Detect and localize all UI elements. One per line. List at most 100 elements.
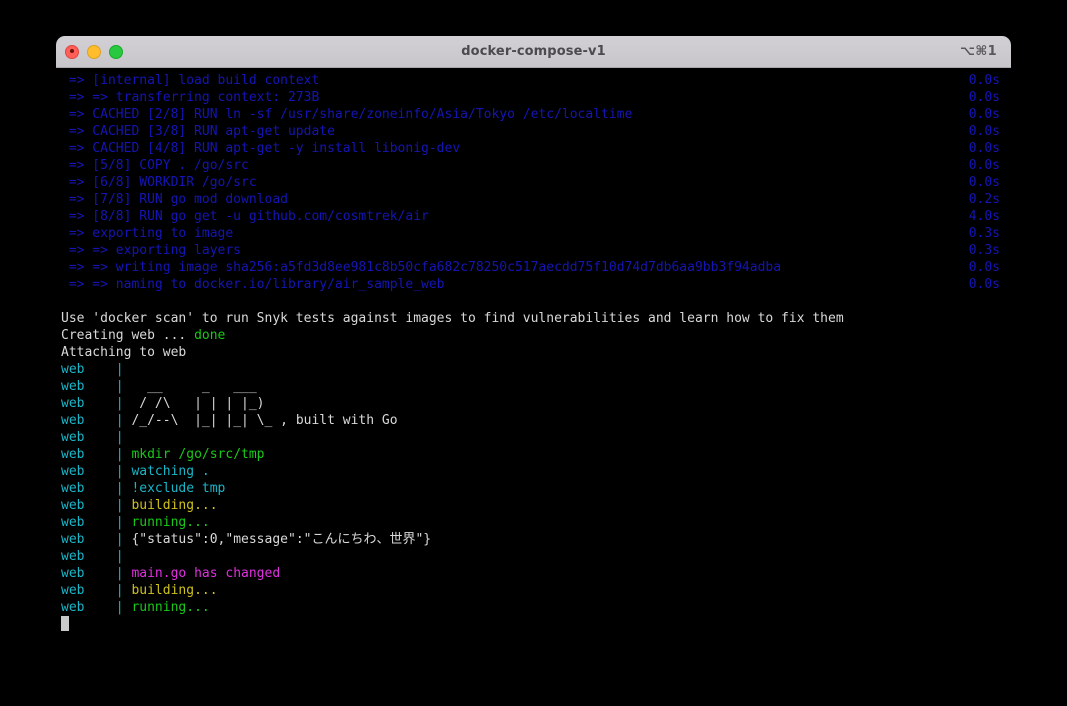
build-step-text: => [5/8] COPY . /go/src xyxy=(61,158,249,173)
service-log-text: building... xyxy=(131,498,218,513)
service-log-text: building... xyxy=(131,583,218,598)
terminal-body[interactable]: => [internal] load build context 0.0s => … xyxy=(56,68,1011,632)
build-step-duration: 0.2s xyxy=(968,192,1000,207)
service-log-prefix: web | xyxy=(61,583,132,598)
build-step-duration: 0.0s xyxy=(968,277,1000,292)
service-log-prefix: web | xyxy=(61,362,132,377)
service-log-text: mkdir /go/src/tmp xyxy=(131,447,265,462)
build-step-text: => => transferring context: 273B xyxy=(61,90,320,105)
service-log-prefix: web | xyxy=(61,566,132,581)
build-step-duration: 0.3s xyxy=(968,226,1000,241)
service-log-prefix: web | xyxy=(61,447,132,462)
service-log-text: __ _ ___ xyxy=(131,379,257,394)
build-step-duration: 0.0s xyxy=(968,90,1000,105)
build-step-duration: 0.3s xyxy=(968,243,1000,258)
build-step-line: => => exporting layers 0.3s xyxy=(61,242,1011,259)
build-step-duration: 0.0s xyxy=(968,107,1000,122)
build-step-text: => CACHED [2/8] RUN ln -sf /usr/share/zo… xyxy=(61,107,633,122)
build-step-text: => => naming to docker.io/library/air_sa… xyxy=(61,277,445,292)
service-log-line: web | xyxy=(61,548,1011,565)
build-step-text: => [6/8] WORKDIR /go/src xyxy=(61,175,257,190)
service-log-prefix: web | xyxy=(61,532,132,547)
build-step-line: => [7/8] RUN go mod download 0.2s xyxy=(61,191,1011,208)
build-step-duration: 0.0s xyxy=(968,141,1000,156)
service-log-text: !exclude tmp xyxy=(131,481,226,496)
service-log-line: web | watching . xyxy=(61,463,1011,480)
build-step-text: => => writing image sha256:a5fd3d8ee981c… xyxy=(61,260,782,275)
build-step-duration: 0.0s xyxy=(968,260,1000,275)
terminal-cursor-line xyxy=(61,616,1011,632)
service-log-text: watching . xyxy=(131,464,210,479)
build-step-line: => [6/8] WORKDIR /go/src 0.0s xyxy=(61,174,1011,191)
window-title: docker-compose-v1 xyxy=(461,44,606,59)
build-step-line: => CACHED [2/8] RUN ln -sf /usr/share/zo… xyxy=(61,106,1011,123)
service-log-line: web | building... xyxy=(61,497,1011,514)
build-step-duration: 0.0s xyxy=(968,175,1000,190)
service-log-line: web | xyxy=(61,361,1011,378)
service-log-line: web | running... xyxy=(61,514,1011,531)
build-step-line: => [5/8] COPY . /go/src 0.0s xyxy=(61,157,1011,174)
build-step-line: => => writing image sha256:a5fd3d8ee981c… xyxy=(61,259,1011,276)
build-step-line: => CACHED [4/8] RUN apt-get -y install l… xyxy=(61,140,1011,157)
service-log-line: web | / /\ | | | |_) xyxy=(61,395,1011,412)
service-log-prefix: web | xyxy=(61,600,132,615)
creating-service-line: Creating web ... done xyxy=(61,327,1011,344)
service-log-prefix: web | xyxy=(61,549,132,564)
service-log-line: web | building... xyxy=(61,582,1011,599)
screen: docker-compose-v1 ⌥⌘1 => [internal] load… xyxy=(0,0,1067,706)
build-step-line: => [8/8] RUN go get -u github.com/cosmtr… xyxy=(61,208,1011,225)
build-step-line: => CACHED [3/8] RUN apt-get update 0.0s xyxy=(61,123,1011,140)
traffic-light-group xyxy=(56,44,123,59)
service-log-text: running... xyxy=(131,515,210,530)
maximize-button-icon[interactable] xyxy=(109,44,123,59)
build-step-duration: 0.0s xyxy=(968,73,1000,88)
terminal-window: docker-compose-v1 ⌥⌘1 => [internal] load… xyxy=(56,36,1011,632)
service-log-prefix: web | xyxy=(61,498,132,513)
service-log-line: web | /_/--\ |_| |_| \_ , built with Go xyxy=(61,412,1011,429)
build-step-duration: 4.0s xyxy=(968,209,1000,224)
build-step-line: => => naming to docker.io/library/air_sa… xyxy=(61,276,1011,293)
service-log-prefix: web | xyxy=(61,396,132,411)
window-shortcut-label: ⌥⌘1 xyxy=(960,44,997,59)
terminal-cursor xyxy=(61,616,69,631)
service-log-line: web | {"status":0,"message":"こんにちわ、世界"} xyxy=(61,531,1011,548)
service-log-line: web | __ _ ___ xyxy=(61,378,1011,395)
build-step-line: => exporting to image 0.3s xyxy=(61,225,1011,242)
window-titlebar[interactable]: docker-compose-v1 ⌥⌘1 xyxy=(56,36,1011,68)
service-log-text: running... xyxy=(131,600,210,615)
build-step-text: => CACHED [4/8] RUN apt-get -y install l… xyxy=(61,141,461,156)
build-step-text: => => exporting layers xyxy=(61,243,242,258)
service-log-prefix: web | xyxy=(61,481,132,496)
build-step-line: => [internal] load build context 0.0s xyxy=(61,72,1011,89)
service-log-text: /_/--\ |_| |_| \_ , built with Go xyxy=(131,413,398,428)
service-log-text: {"status":0,"message":"こんにちわ、世界"} xyxy=(131,532,432,547)
build-step-duration: 0.0s xyxy=(968,158,1000,173)
service-log-prefix: web | xyxy=(61,430,132,445)
service-log-prefix: web | xyxy=(61,515,132,530)
terminal-output: => [internal] load build context 0.0s => … xyxy=(56,72,1011,632)
service-log-text: main.go has changed xyxy=(131,566,281,581)
service-log-text: / /\ | | | |_) xyxy=(131,396,265,411)
creating-service-status: done xyxy=(194,328,226,343)
build-step-text: => CACHED [3/8] RUN apt-get update xyxy=(61,124,335,139)
close-button-icon[interactable] xyxy=(65,44,79,59)
docker-scan-notice: Use 'docker scan' to run Snyk tests agai… xyxy=(61,311,844,326)
service-log-prefix: web | xyxy=(61,413,132,428)
service-log-line: web | !exclude tmp xyxy=(61,480,1011,497)
build-step-text: => exporting to image xyxy=(61,226,234,241)
build-step-text: => [7/8] RUN go mod download xyxy=(61,192,288,207)
build-step-text: => [8/8] RUN go get -u github.com/cosmtr… xyxy=(61,209,429,224)
build-step-duration: 0.0s xyxy=(968,124,1000,139)
service-log-prefix: web | xyxy=(61,379,132,394)
attaching-line: Attaching to web xyxy=(61,345,187,360)
service-log-line: web | main.go has changed xyxy=(61,565,1011,582)
service-log-line: web | running... xyxy=(61,599,1011,616)
service-log-line: web | mkdir /go/src/tmp xyxy=(61,446,1011,463)
service-log-line: web | xyxy=(61,429,1011,446)
build-step-line: => => transferring context: 273B 0.0s xyxy=(61,89,1011,106)
minimize-button-icon[interactable] xyxy=(87,44,101,59)
service-log-prefix: web | xyxy=(61,464,132,479)
creating-service-prefix: Creating web ... xyxy=(61,328,195,343)
build-step-text: => [internal] load build context xyxy=(61,73,320,88)
